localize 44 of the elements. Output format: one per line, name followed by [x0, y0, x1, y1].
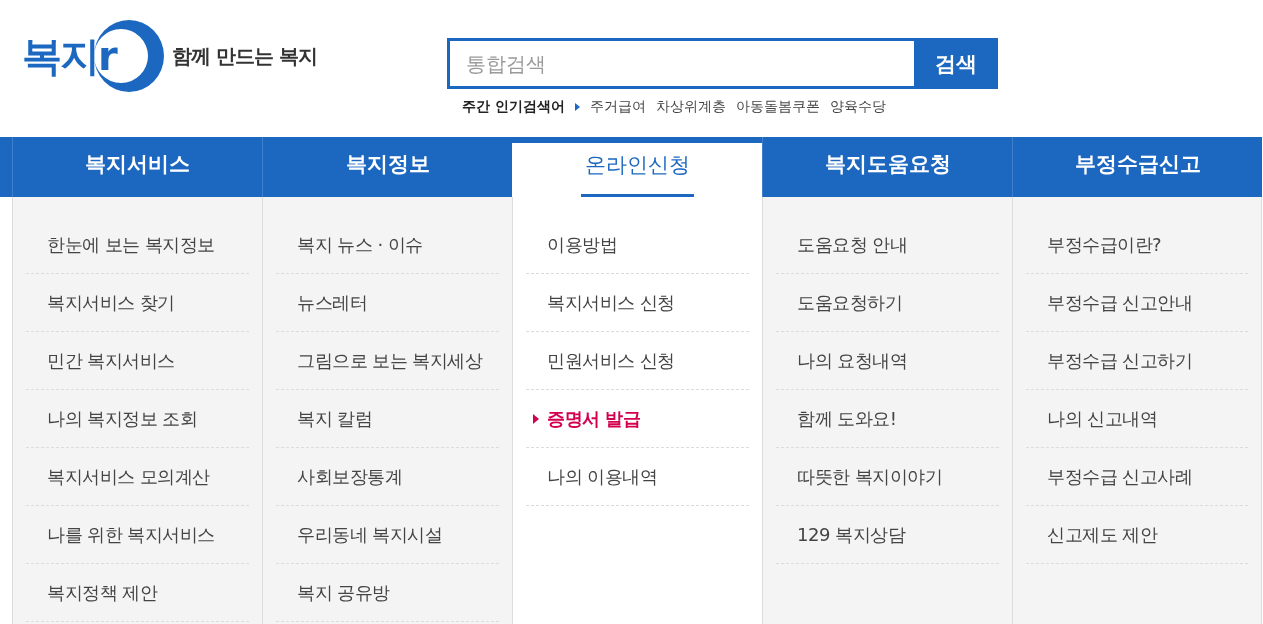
submenu-link[interactable]: 복지서비스 모의계산 — [26, 448, 249, 506]
submenu-link[interactable]: 함께 도와요! — [776, 390, 999, 448]
search-field[interactable]: 통합검색 — [447, 38, 914, 89]
submenu-link[interactable]: 따뜻한 복지이야기 — [776, 448, 999, 506]
search-button[interactable]: 검색 — [914, 38, 998, 89]
submenu-link[interactable]: 나를 위한 복지서비스 — [26, 506, 249, 564]
submenu-link[interactable]: 민원서비스 신청 — [526, 332, 749, 390]
submenu-link[interactable]: 복지 뉴스 · 이슈 — [276, 216, 499, 274]
tagline: 함께 만드는 복지 — [171, 42, 317, 70]
submenu-link[interactable]: 그림으로 보는 복지세상 — [276, 332, 499, 390]
logo-text: 복지r — [22, 32, 116, 81]
submenu-link[interactable]: 복지 칼럼 — [276, 390, 499, 448]
submenu-link[interactable]: 도움요청하기 — [776, 274, 999, 332]
submenu-link[interactable]: 신고제도 제안 — [1026, 506, 1248, 564]
submenu-link[interactable]: 129 복지상담 — [776, 506, 999, 564]
submenu-link[interactable]: 우리동네 복지시설 — [276, 506, 499, 564]
submenu-link[interactable]: 사회보장통계 — [276, 448, 499, 506]
submenu-link[interactable]: 나의 요청내역 — [776, 332, 999, 390]
submenu-link[interactable]: 이용방법 — [526, 216, 749, 274]
submenu-link[interactable]: 도움요청 안내 — [776, 216, 999, 274]
triangle-icon — [574, 103, 580, 111]
submenu-link[interactable]: 복지정책 제안 — [26, 564, 249, 622]
submenu-link[interactable]: 부정수급 신고사례 — [1026, 448, 1248, 506]
submenu-link[interactable]: 민간 복지서비스 — [26, 332, 249, 390]
popular-searches-label: 주간 인기검색어 — [462, 98, 565, 116]
submenu-link[interactable]: 뉴스레터 — [276, 274, 499, 332]
popular-keyword-link[interactable]: 차상위계층 — [655, 98, 726, 116]
submenu-link[interactable]: 나의 신고내역 — [1026, 390, 1248, 448]
submenu-link[interactable]: 복지 공유방 — [276, 564, 499, 622]
submenu-link[interactable]: 나의 복지정보 조회 — [26, 390, 249, 448]
submenu-link[interactable]: 부정수급 신고하기 — [1026, 332, 1248, 390]
triangle-icon — [533, 413, 539, 424]
submenu-link[interactable]: 부정수급 신고안내 — [1026, 274, 1248, 332]
submenu-link[interactable]: 복지서비스 찾기 — [26, 274, 249, 332]
submenu-link[interactable]: 나의 이용내역 — [526, 448, 749, 506]
popular-keyword-link[interactable]: 주거급여 — [589, 98, 646, 116]
popular-keyword-link[interactable]: 양육수당 — [829, 98, 886, 116]
submenu-link[interactable]: 증명서 발급 — [526, 390, 749, 448]
popular-keyword-link[interactable]: 아동돌봄쿠폰 — [735, 98, 820, 116]
submenu-link[interactable]: 부정수급이란? — [1026, 216, 1248, 274]
logo[interactable]: 복지r — [22, 20, 164, 92]
submenu-link[interactable]: 한눈에 보는 복지정보 — [26, 216, 249, 274]
nav-tab[interactable]: 온라인신청 — [512, 143, 762, 197]
submenu-link[interactable]: 복지서비스 신청 — [526, 274, 749, 332]
